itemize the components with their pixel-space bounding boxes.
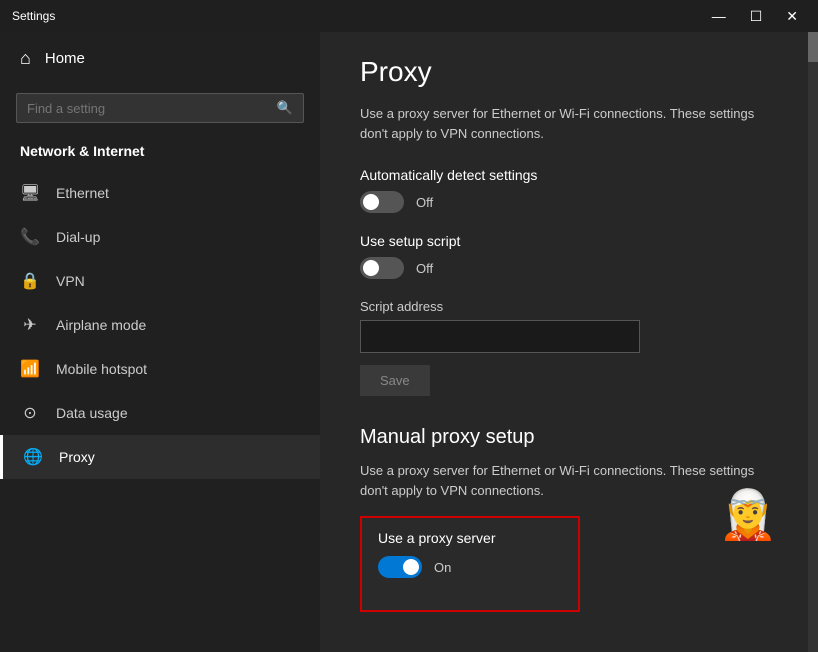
sidebar-item-data[interactable]: ⊙ Data usage	[0, 391, 320, 435]
sidebar-item-ethernet[interactable]: 🖥 Ethernet	[0, 171, 320, 215]
ethernet-icon: 🖥	[20, 183, 40, 203]
character-illustration: 🧝	[718, 489, 778, 542]
page-title: Proxy	[360, 56, 778, 88]
data-icon: ⊙	[20, 403, 40, 423]
save-button[interactable]: Save	[360, 365, 430, 396]
minimize-button[interactable]: —	[704, 6, 734, 27]
sidebar-item-label: Dial-up	[56, 229, 100, 245]
app-title: Settings	[12, 9, 55, 23]
sidebar-item-airplane[interactable]: ✈ Airplane mode	[0, 303, 320, 347]
app-body: ⌂ Home 🔍 Network & Internet 🖥 Ethernet 📞…	[0, 32, 818, 652]
script-address-label: Script address	[360, 299, 778, 314]
sidebar-item-vpn[interactable]: 🔒 VPN	[0, 259, 320, 303]
vpn-icon: 🔒	[20, 271, 40, 291]
auto-detect-knob	[363, 194, 379, 210]
sidebar-item-dialup[interactable]: 📞 Dial-up	[0, 215, 320, 259]
use-proxy-box: Use a proxy server On	[360, 516, 580, 612]
manual-section-title: Manual proxy setup	[360, 426, 778, 449]
setup-script-toggle[interactable]	[360, 257, 404, 279]
use-proxy-status: On	[434, 560, 451, 575]
home-icon: ⌂	[20, 48, 31, 69]
sidebar: ⌂ Home 🔍 Network & Internet 🖥 Ethernet 📞…	[0, 32, 320, 652]
setup-script-row: Off	[360, 257, 778, 279]
airplane-icon: ✈	[20, 315, 40, 335]
script-address-input[interactable]	[360, 320, 640, 353]
search-container: 🔍	[0, 85, 320, 135]
sidebar-item-label: Ethernet	[56, 185, 109, 201]
maximize-button[interactable]: ☐	[742, 6, 771, 27]
hotspot-icon: 📶	[20, 359, 40, 379]
sidebar-item-label: VPN	[56, 273, 85, 289]
search-box: 🔍	[16, 93, 304, 123]
auto-detect-status: Off	[416, 195, 433, 210]
sidebar-item-label: Mobile hotspot	[56, 361, 147, 377]
sidebar-item-hotspot[interactable]: 📶 Mobile hotspot	[0, 347, 320, 391]
title-bar: Settings — ☐ ✕	[0, 0, 818, 32]
window-controls: — ☐ ✕	[704, 6, 806, 27]
setup-script-status: Off	[416, 261, 433, 276]
auto-detect-label: Automatically detect settings	[360, 167, 778, 183]
content-area: Proxy Use a proxy server for Ethernet or…	[320, 32, 818, 652]
page-description: Use a proxy server for Ethernet or Wi-Fi…	[360, 104, 778, 143]
use-proxy-label: Use a proxy server	[378, 530, 562, 546]
setup-script-label: Use setup script	[360, 233, 778, 249]
sidebar-item-label: Data usage	[56, 405, 128, 421]
setup-script-knob	[363, 260, 379, 276]
use-proxy-toggle[interactable]	[378, 556, 422, 578]
proxy-icon: 🌐	[23, 447, 43, 467]
sidebar-item-proxy[interactable]: 🌐 Proxy	[0, 435, 320, 479]
use-proxy-knob	[403, 559, 419, 575]
manual-section-description: Use a proxy server for Ethernet or Wi-Fi…	[360, 461, 778, 500]
dialup-icon: 📞	[20, 227, 40, 247]
use-proxy-row: On	[378, 556, 562, 578]
sidebar-item-label: Proxy	[59, 449, 95, 465]
watermark: 🧝	[718, 486, 788, 556]
home-nav-item[interactable]: ⌂ Home	[0, 32, 320, 85]
home-label: Home	[45, 50, 85, 67]
auto-detect-toggle[interactable]	[360, 191, 404, 213]
scrollbar-track[interactable]	[808, 32, 818, 652]
scrollbar-thumb[interactable]	[808, 32, 818, 62]
search-input[interactable]	[27, 101, 269, 116]
auto-detect-row: Off	[360, 191, 778, 213]
sidebar-item-label: Airplane mode	[56, 317, 146, 333]
close-button[interactable]: ✕	[778, 6, 806, 27]
search-icon: 🔍	[277, 100, 293, 116]
section-label: Network & Internet	[0, 135, 320, 171]
